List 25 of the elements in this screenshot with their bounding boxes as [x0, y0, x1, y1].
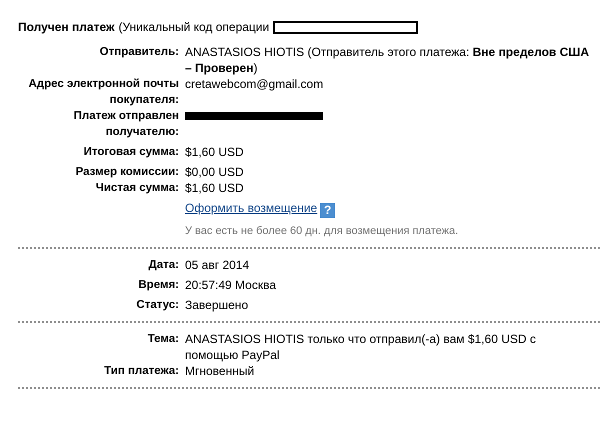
field-label: Адрес электронной почты покупателя: [27, 77, 179, 108]
field-value: ANASTASIOS HIOTIS только что отправил(-а) вам $1,60 USD с помощью PayPal [185, 331, 537, 363]
field-label: Отправитель: [98, 45, 179, 60]
note-text: У вас есть не более 60 дн. для возмещения платежа. [185, 225, 458, 237]
field-value: $1,60 USD [185, 144, 245, 160]
field-value: cretawebcom@gmail.com [185, 76, 324, 92]
field-label: Тема: [146, 332, 179, 347]
refund-link[interactable]: Оформить возмещение [185, 201, 318, 215]
field-value: 20:57:49 Москва [185, 277, 278, 293]
field-label: Размер комиссии: [74, 165, 179, 180]
field-label: Тип платежа: [103, 364, 179, 379]
field-label: Статус: [135, 298, 179, 313]
field-label: Чистая сумма: [94, 181, 179, 196]
field-value: 05 авг 2014 [185, 257, 250, 273]
field-label: Время: [137, 278, 179, 293]
field-label: Платеж отправлен получателю: [72, 109, 179, 140]
heading-title: Получен платеж [18, 19, 114, 36]
field-label: Дата: [148, 258, 179, 273]
field-value: $0,00 USD [185, 164, 245, 180]
field-value: $1,60 USD [185, 180, 245, 196]
field-value: Мгновенный [185, 363, 256, 379]
field-value: ANASTASIOS HIOTIS (Отправитель этого платежа: Вне пределов США – Проверен) [185, 44, 590, 76]
heading-detail: (Уникальный код операции [118, 19, 270, 36]
field-label: Итоговая сумма: [82, 145, 179, 160]
field-value: Завершено [185, 297, 250, 313]
